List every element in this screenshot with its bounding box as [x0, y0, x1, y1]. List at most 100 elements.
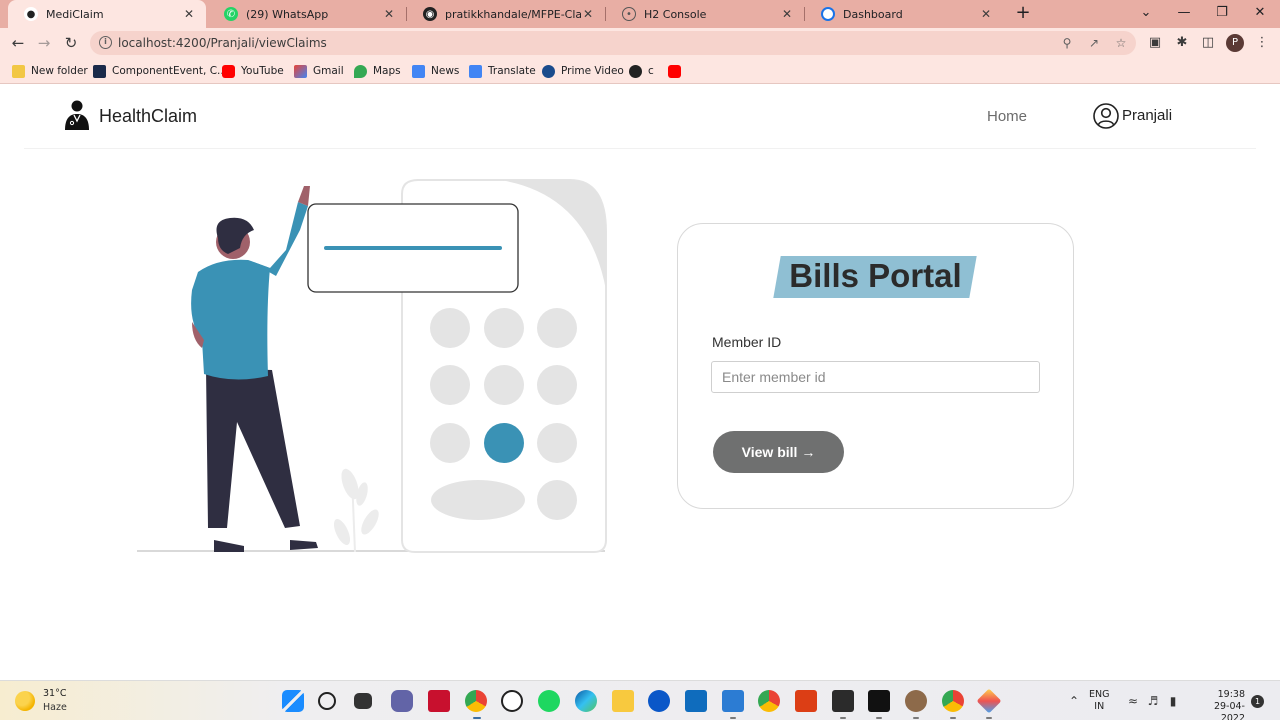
card-title: Bills Portal — [789, 257, 962, 294]
running-indicator — [986, 717, 992, 719]
tab-github[interactable]: ◉ pratikkhandale/MFPE-Claim-Man ✕ — [407, 0, 605, 28]
file-explorer-icon[interactable] — [612, 690, 634, 712]
tab-whatsapp[interactable]: ✆ (29) WhatsApp ✕ — [208, 0, 406, 28]
close-tab-icon[interactable]: ✕ — [780, 7, 794, 21]
side-panel-icon[interactable]: ◫ — [1199, 34, 1217, 52]
running-indicator — [913, 717, 919, 719]
share-icon[interactable]: ↗ — [1087, 36, 1101, 50]
vscode-icon[interactable] — [722, 690, 744, 712]
wifi-icon[interactable]: ≈ — [1125, 694, 1141, 708]
tab-title: H2 Console — [644, 7, 707, 21]
bookmark-c[interactable]: c — [629, 64, 654, 78]
task-view-icon[interactable] — [354, 693, 372, 709]
minimize-button[interactable]: — — [1165, 0, 1203, 28]
maximize-button[interactable]: ❐ — [1203, 0, 1241, 28]
bookmark-componentevent[interactable]: ComponentEvent, C... — [93, 64, 227, 78]
youtube-icon — [668, 64, 681, 78]
tab-dashboard[interactable]: Dashboard ✕ — [805, 0, 1003, 28]
chrome-icon[interactable] — [465, 690, 487, 712]
notification-badge[interactable]: 1 — [1251, 695, 1264, 708]
bookmark-star-icon[interactable]: ☆ — [1114, 36, 1128, 50]
active-indicator — [473, 717, 481, 719]
chevron-up-icon[interactable]: ⌃ — [1066, 694, 1082, 708]
menu-kebab-icon[interactable]: ⋮ — [1253, 34, 1271, 52]
calculator-illustration — [137, 179, 607, 553]
close-tab-icon[interactable]: ✕ — [581, 7, 595, 21]
reload-icon[interactable]: ↻ — [61, 33, 81, 53]
maps-icon — [354, 64, 367, 78]
bookmark-label: Maps — [373, 65, 401, 77]
tab-title: Dashboard — [843, 7, 903, 21]
bookmark-label: c — [648, 65, 654, 77]
bookmark-gmail[interactable]: Gmail — [294, 64, 344, 78]
running-indicator — [840, 717, 846, 719]
brand-name[interactable]: HealthClaim — [99, 106, 197, 127]
sticky-notes-icon[interactable] — [832, 690, 854, 712]
clock[interactable]: 19:38 29-04-2022 — [1190, 689, 1245, 720]
weather-temperature[interactable]: 31°C — [43, 688, 66, 699]
bookmark-maps[interactable]: Maps — [354, 64, 401, 78]
close-window-button[interactable]: ✕ — [1241, 0, 1279, 28]
browser-toolbar: ← → ↻ i localhost:4200/Pranjali/viewClai… — [0, 28, 1280, 58]
edge-icon[interactable] — [575, 690, 597, 712]
bookmark-youtube-2[interactable] — [668, 64, 687, 78]
close-tab-icon[interactable]: ✕ — [382, 7, 396, 21]
bookmark-label: Prime Video — [561, 65, 624, 77]
extension-icon[interactable]: ▣ — [1146, 34, 1164, 52]
youtube-icon — [222, 64, 235, 78]
running-indicator — [730, 717, 736, 719]
prime-video-icon — [542, 64, 555, 78]
dev-tool-icon[interactable] — [976, 688, 1002, 714]
back-arrow-icon[interactable]: ← — [8, 33, 28, 53]
address-url[interactable]: localhost:4200/Pranjali/viewClaims — [118, 36, 327, 50]
folder-icon — [12, 64, 25, 78]
word-icon[interactable] — [648, 690, 670, 712]
tab-title: pratikkhandale/MFPE-Claim-Man — [445, 7, 581, 21]
spotify-icon[interactable] — [538, 690, 560, 712]
bookmark-youtube[interactable]: YouTube — [222, 64, 284, 78]
eclipse-icon[interactable] — [905, 690, 927, 712]
bookmark-label: Translate — [488, 65, 536, 77]
bookmark-news[interactable]: News — [412, 64, 459, 78]
member-id-label: Member ID — [712, 334, 782, 350]
view-bill-button[interactable]: View bill → — [713, 431, 844, 473]
close-tab-icon[interactable]: ✕ — [182, 7, 196, 21]
address-bar[interactable]: i localhost:4200/Pranjali/viewClaims ⚲ ↗… — [90, 31, 1136, 55]
member-id-input[interactable] — [711, 361, 1040, 393]
bookmark-new-folder[interactable]: New folder — [12, 64, 88, 78]
user-account-icon[interactable] — [1093, 103, 1119, 129]
teams-chat-icon[interactable] — [391, 690, 413, 712]
tab-title: (29) WhatsApp — [246, 7, 329, 21]
site-info-icon[interactable]: i — [99, 36, 112, 49]
forward-arrow-icon[interactable]: → — [34, 33, 54, 53]
key-icon[interactable]: ⚲ — [1060, 36, 1074, 50]
battery-icon[interactable]: ▮ — [1165, 694, 1181, 708]
new-tab-button[interactable]: + — [1012, 2, 1034, 24]
profile-avatar[interactable]: P — [1226, 34, 1244, 52]
chrome-profile-icon[interactable] — [942, 690, 964, 712]
start-icon[interactable] — [282, 690, 304, 712]
bookmark-prime-video[interactable]: Prime Video — [542, 64, 624, 78]
office-icon[interactable] — [795, 690, 817, 712]
bookmark-translate[interactable]: Translate — [469, 64, 536, 78]
mcafee-icon[interactable] — [428, 690, 450, 712]
chrome-canary-icon[interactable] — [758, 690, 780, 712]
tab-h2-console[interactable]: • H2 Console ✕ — [606, 0, 804, 28]
tab-mediclaim[interactable]: ● MediClaim ✕ — [8, 0, 206, 28]
search-icon[interactable] — [318, 692, 336, 710]
sun-haze-icon[interactable] — [15, 691, 35, 711]
windows-taskbar: 31°C Haze ⌃ ENG IN ≈ ♬ ▮ 19:38 29-04-202… — [0, 680, 1280, 720]
nav-home-link[interactable]: Home — [987, 108, 1027, 125]
close-tab-icon[interactable]: ✕ — [979, 7, 993, 21]
weather-condition[interactable]: Haze — [43, 702, 67, 713]
speaker-icon[interactable]: ♬ — [1145, 694, 1161, 708]
puzzle-icon[interactable]: ✱ — [1173, 34, 1191, 52]
news-icon — [412, 64, 425, 78]
language-indicator[interactable]: ENG IN — [1089, 689, 1109, 713]
user-name[interactable]: Pranjali — [1122, 107, 1172, 124]
github-icon — [629, 64, 642, 78]
dell-icon[interactable] — [501, 690, 523, 712]
tab-search-icon[interactable]: ⌄ — [1127, 0, 1165, 28]
mail-icon[interactable] — [685, 690, 707, 712]
terminal-icon[interactable] — [868, 690, 890, 712]
